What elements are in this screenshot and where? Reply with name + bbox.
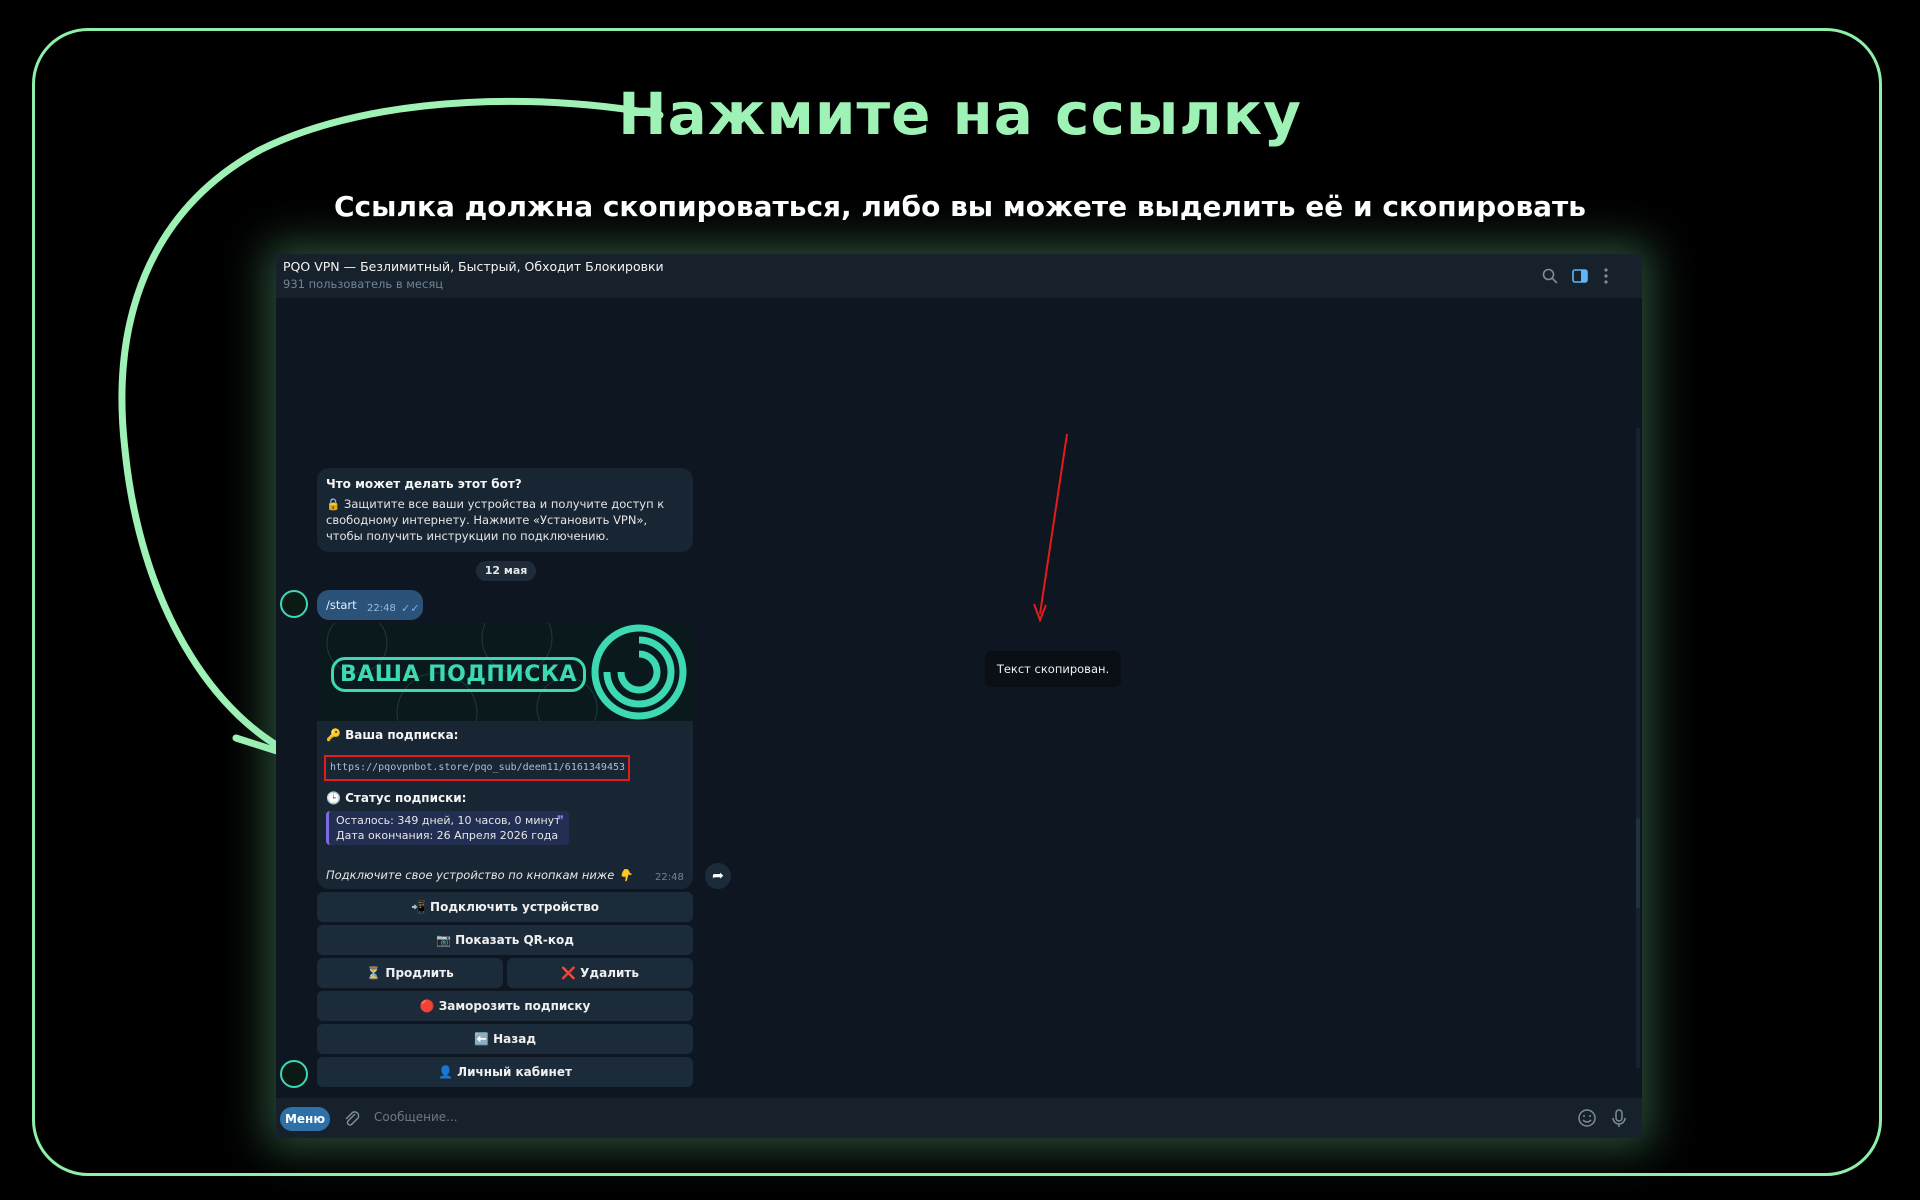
delete-button[interactable]: ❌ Удалить [507,958,693,988]
date-separator: 12 мая [476,561,536,581]
chat-title[interactable]: PQO VPN — Безлимитный, Быстрый, Обходит … [283,259,664,274]
subscription-banner-image: ВАША ПОДПИСКА [317,623,693,721]
personal-account-button[interactable]: 👤 Личный кабинет [317,1057,693,1087]
start-message: /start 22:48 ✓✓ [317,590,423,620]
expiry-date: Дата окончания: 26 Апреля 2026 года [336,829,559,842]
message-input-bar: Меню Сообщение... [276,1098,1642,1138]
show-qr-button[interactable]: 📷 Показать QR-код [317,925,693,955]
scrollbar-track[interactable] [1636,428,1640,1068]
message-input[interactable]: Сообщение... [374,1110,458,1124]
microphone-icon[interactable] [1608,1107,1630,1129]
bot-info-text: 🔒 Защитите все ваши устройства и получит… [326,497,665,543]
subscription-link[interactable]: https://pqovpnbot.store/pqo_sub/deem11/6… [330,762,625,773]
subscription-label: 🔑 Ваша подписка: [326,728,459,742]
message-time: 22:48 [655,872,684,883]
quote-icon: ❞ [556,813,564,827]
remaining-time: Осталось: 349 дней, 10 часов, 0 минут [336,814,561,827]
chat-header: PQO VPN — Безлимитный, Быстрый, Обходит … [276,254,1642,298]
sidebar-toggle-icon[interactable] [1570,266,1590,286]
user-avatar[interactable] [280,590,308,618]
chat-subtitle: 931 пользователь в месяц [283,277,444,291]
subscription-link-highlight[interactable]: https://pqovpnbot.store/pqo_sub/deem11/6… [324,755,630,781]
forward-icon[interactable]: ➦ [705,863,731,889]
attach-icon[interactable] [342,1109,362,1129]
scrollbar-thumb[interactable] [1636,818,1640,908]
bot-info-bubble: Что может делать этот бот? 🔒 Защитите вс… [317,468,693,552]
search-icon[interactable] [1540,266,1560,286]
telegram-window: PQO VPN — Безлимитный, Быстрый, Обходит … [276,254,1642,1138]
bot-avatar[interactable] [280,1060,308,1088]
status-label: 🕒 Статус подписки: [326,791,467,805]
emoji-icon[interactable] [1576,1107,1598,1129]
chat-area: Что может делать этот бот? 🔒 Защитите вс… [276,298,1642,1098]
banner-title: ВАША ПОДПИСКА [331,657,586,692]
connect-hint: Подключите свое устройство по кнопкам ни… [326,868,633,882]
read-check-icon: ✓✓ [401,602,420,615]
red-pointer-arrow-icon [1033,433,1068,623]
subscription-message: ВАША ПОДПИСКА 🔑 Ваша подписка: https://p… [317,623,693,889]
start-message-time: 22:48 [367,603,396,614]
extend-button[interactable]: ⏳ Продлить [317,958,503,988]
back-button[interactable]: ⬅️ Назад [317,1024,693,1054]
connect-device-button[interactable]: 📲 Подключить устройство [317,892,693,922]
copied-toast: Текст скопирован. [985,651,1121,687]
more-vertical-icon[interactable] [1596,266,1616,286]
bot-info-title: Что может делать этот бот? [326,477,522,491]
status-quote: Осталось: 349 дней, 10 часов, 0 минут Да… [326,811,569,845]
menu-button[interactable]: Меню [280,1107,330,1131]
freeze-subscription-button[interactable]: 🔴 Заморозить подписку [317,991,693,1021]
start-message-text: /start [326,598,357,612]
